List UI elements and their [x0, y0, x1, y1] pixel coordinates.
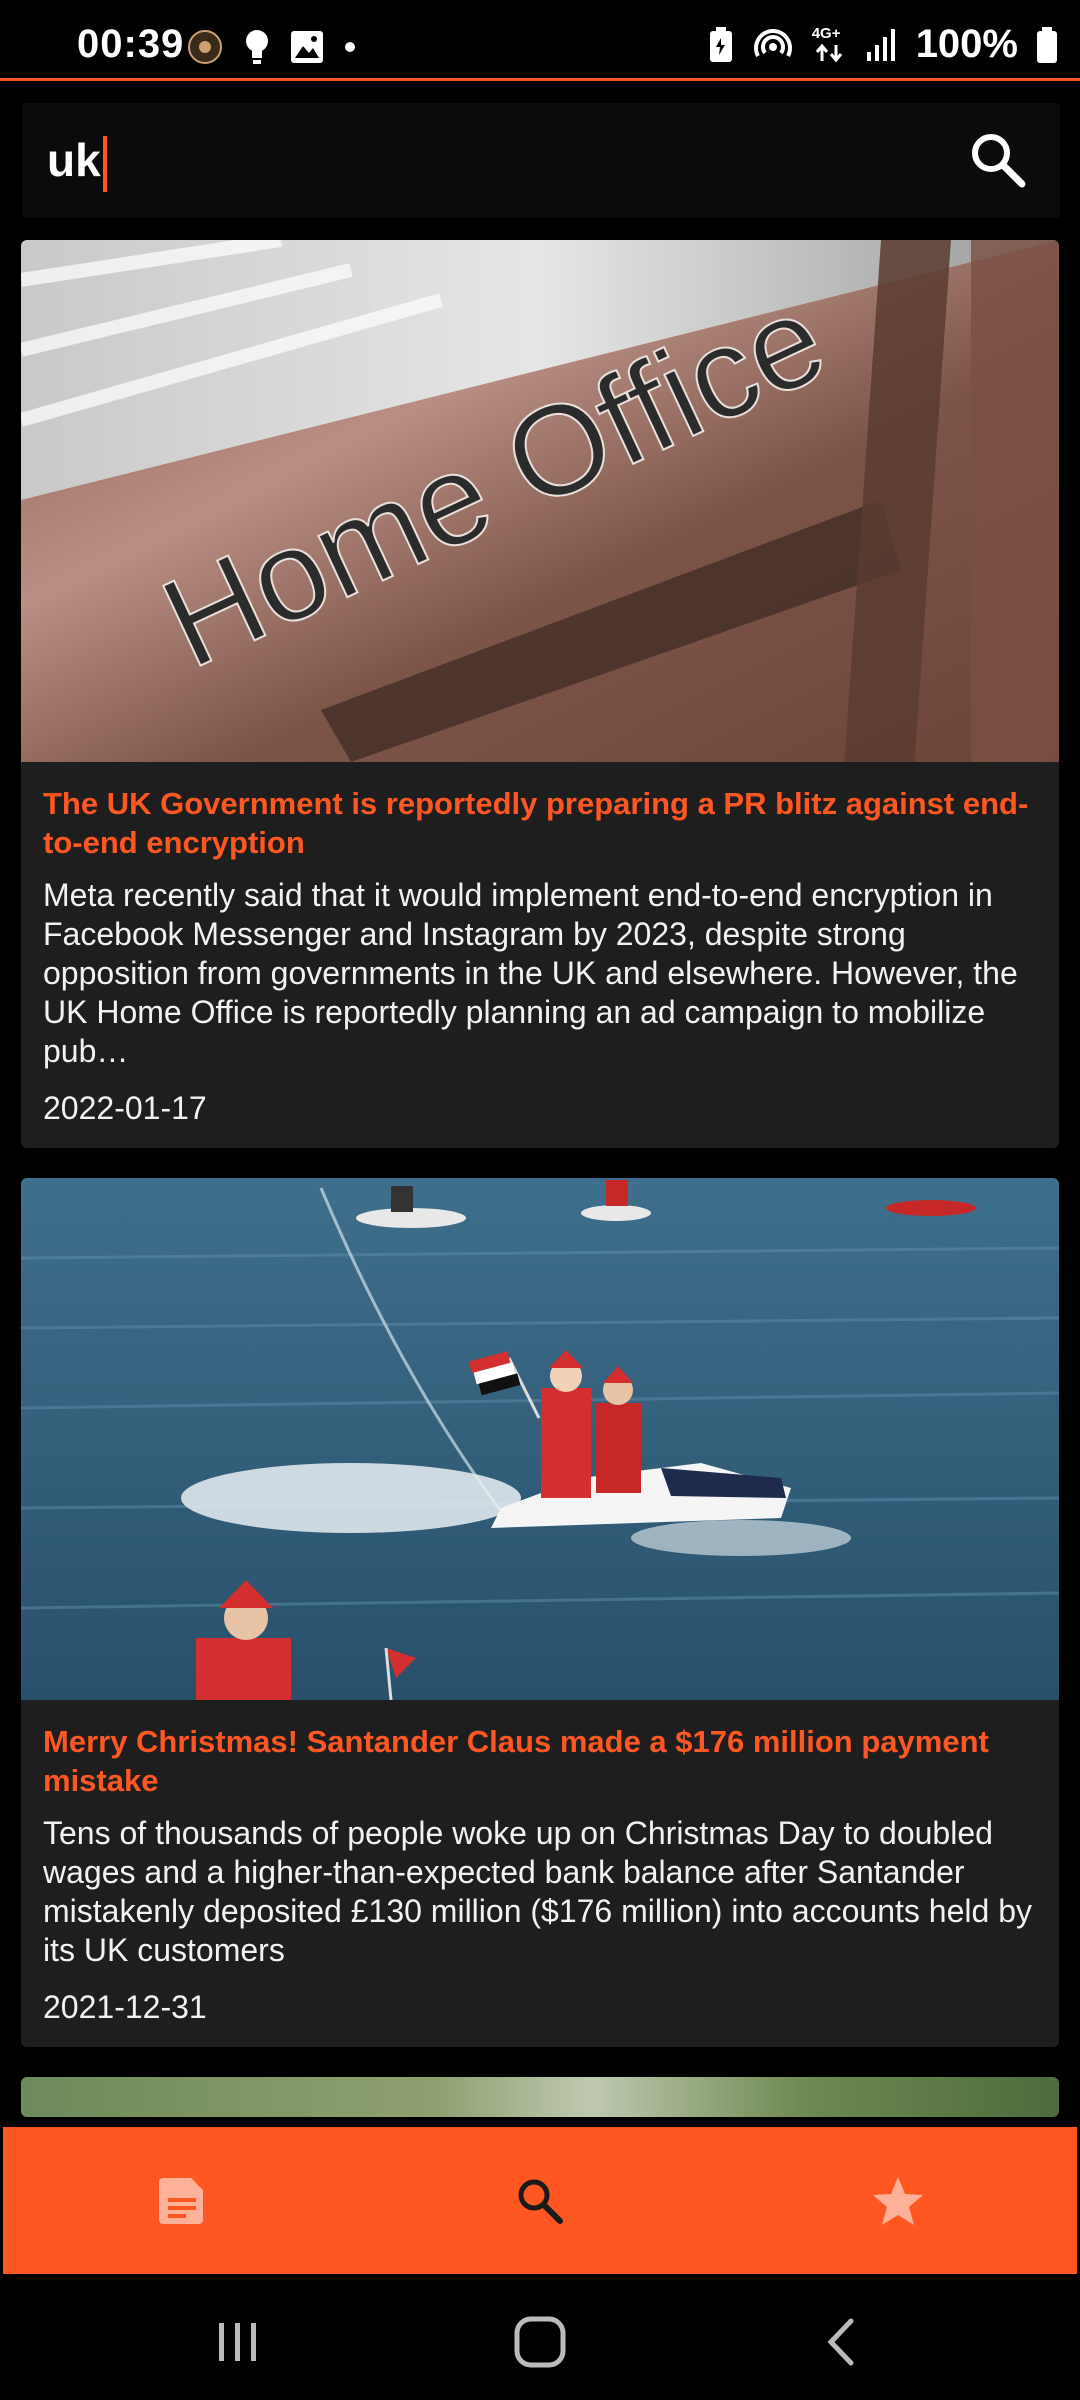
article-description: Tens of thousands of people woke up on C… — [43, 1815, 1032, 1968]
status-bar: 00:39 4G+ 100% — [0, 0, 1080, 78]
article-body: The UK Government is reportedly preparin… — [21, 762, 1059, 1148]
article-card[interactable]: Merry Christmas! Santander Claus made a … — [21, 1178, 1059, 2047]
network-type: 4G+ — [812, 25, 848, 65]
article-title[interactable]: Merry Christmas! Santander Claus made a … — [43, 1722, 1037, 1800]
system-navigation-bar — [0, 2276, 1080, 2400]
text-cursor — [102, 135, 107, 192]
status-icons-left — [186, 28, 356, 66]
home-button[interactable] — [510, 2312, 570, 2372]
article-body: Merry Christmas! Santander Claus made a … — [21, 1700, 1059, 2047]
search-icon — [518, 2179, 563, 2224]
nav-articles[interactable] — [3, 2127, 361, 2274]
article-date: 2022-01-17 — [43, 1090, 207, 1126]
back-icon — [827, 2318, 854, 2366]
hotspot-icon — [753, 28, 792, 57]
search-input-value: uk — [47, 134, 101, 186]
article-date: 2021-12-31 — [43, 1989, 207, 2025]
search-input[interactable]: uk — [47, 133, 107, 192]
status-time: 00:39 — [77, 22, 185, 66]
search-icon[interactable] — [966, 128, 1030, 192]
search-screen: uk Home Office The UK Government is repo… — [0, 81, 1080, 2123]
star-icon — [873, 2176, 923, 2225]
article-description: Meta recently said that it would impleme… — [43, 877, 1018, 1069]
status-icons-right: 4G+ 100% — [708, 22, 1058, 67]
battery-percent: 100% — [915, 22, 1018, 66]
battery-saver-icon — [709, 26, 732, 62]
nav-favorites[interactable] — [719, 2127, 1077, 2274]
jet-ski-santa-image — [21, 1178, 1059, 1700]
bottom-navigation — [3, 2127, 1077, 2274]
article-card[interactable]: Home Office The UK Government is reporte… — [21, 240, 1059, 1148]
article-card[interactable] — [21, 2077, 1059, 2117]
data-arrows-icon — [815, 43, 842, 62]
image-icon — [291, 31, 323, 63]
home-office-sign-image: Home Office — [21, 240, 1059, 762]
article-image — [21, 2077, 1059, 2117]
signal-icon — [866, 28, 895, 61]
dot-icon — [345, 42, 355, 52]
recent-apps-button[interactable] — [208, 2312, 268, 2372]
back-button[interactable] — [812, 2312, 872, 2372]
search-bar: uk — [22, 103, 1060, 218]
recent-apps-icon — [219, 2323, 256, 2361]
article-title[interactable]: The UK Government is reportedly preparin… — [43, 784, 1037, 862]
lightbulb-icon — [246, 30, 268, 64]
home-icon — [514, 2316, 566, 2368]
article-icon — [159, 2177, 203, 2224]
article-image — [21, 1178, 1059, 1700]
app-notification-icon — [188, 30, 222, 64]
article-image: Home Office — [21, 240, 1059, 762]
network-label: 4G+ — [811, 24, 841, 42]
battery-icon — [1037, 26, 1057, 63]
nav-search[interactable] — [361, 2127, 719, 2274]
